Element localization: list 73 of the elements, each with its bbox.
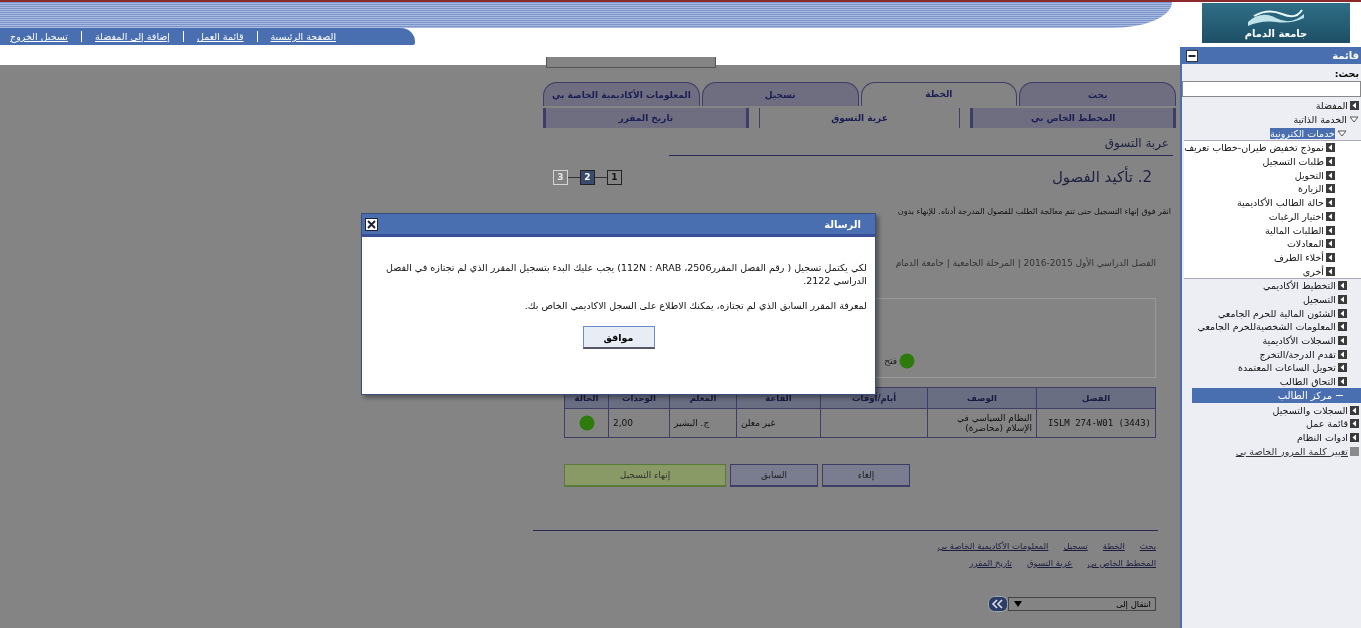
nav-link[interactable]: إضافة إلى المفضلة	[94, 31, 170, 42]
menu-item[interactable]: نموذج تخفيض طيران-خطاب تعريف	[1184, 142, 1324, 154]
search-label: بحث:	[1333, 67, 1360, 81]
footer-link[interactable]: عربة التسوق	[1026, 558, 1073, 568]
menu-item[interactable]: الزيارة	[1298, 183, 1324, 195]
step-indicator: 1	[607, 169, 622, 185]
message-text: لكي يكتمل تسجيل ( رقم الفصل المقرر2506، 112N : ARAB) يجب عليك البدء بتسجيل المقرر الذي لم تجتازه في الفصل الدراسي 2122.	[385, 261, 867, 287]
menu-item[interactable]: ادوات النظام	[1296, 432, 1348, 444]
nav-link[interactable]: تسجيل الخروج	[10, 31, 68, 42]
instructions-text: انقر فوق إنهاء التسجيل حتى تتم معالجة الطلب للفصول المدرجة أدناه. للإنهاء بدون	[897, 207, 1171, 216]
menu-item[interactable]: خدمات الكترونية	[1270, 127, 1335, 139]
ok-button[interactable]: موافق	[582, 326, 655, 349]
menu-item[interactable]: الخدمة الذاتية	[1293, 114, 1347, 126]
menu-item[interactable]: تقدم الدرجة/التخرج	[1259, 348, 1336, 360]
menu-item[interactable]: التحاق الطالب	[1279, 376, 1336, 388]
finish-button[interactable]: إنهاء التسجيل	[564, 464, 726, 487]
step-indicator: 2	[580, 169, 595, 185]
menu-item[interactable]: المفضلة	[1315, 100, 1348, 112]
dropdown-caret-icon	[1013, 599, 1023, 609]
column-header: الوصف	[927, 387, 1037, 409]
menu-item[interactable]: التحويل	[1294, 169, 1324, 181]
message-text: لمعرفة المقرر السابق الذي لم تجتازه، يمكنك الاطلاع على السجل الاكاديمي الخاص بك.	[523, 299, 867, 312]
footer-link[interactable]: المخطط الخاص بي	[1087, 558, 1156, 568]
menu-item[interactable]: أخرى	[1302, 265, 1324, 277]
menu-item[interactable]: طلبات التسجيل	[1262, 156, 1324, 168]
action-button[interactable]: السابق	[730, 464, 818, 487]
collapse-icon	[988, 596, 1008, 612]
footer-link[interactable]: تاريخ المقرر	[969, 558, 1012, 568]
menu-item[interactable]: التخطيط الأكاديمي	[1263, 280, 1336, 292]
table-cell: ISLM 274-W01 (3443)	[1036, 408, 1156, 438]
dialog-title: الرسالة	[824, 218, 861, 230]
sub-tab[interactable]: عربة التسوق	[758, 108, 961, 128]
jump-select[interactable]: انتقال إلى	[1008, 597, 1156, 611]
menu-title: قائمة	[1332, 50, 1359, 61]
menu-item[interactable]: الطلبات المالية	[1265, 224, 1324, 236]
legend-label: فتح	[884, 356, 897, 366]
footer-link[interactable]: تسجيل	[1063, 541, 1088, 551]
footer-link[interactable]: بحث	[1139, 541, 1156, 551]
menu-item[interactable]: التسجيل	[1302, 293, 1336, 305]
column-header: الفصل	[1036, 387, 1156, 409]
menu-item[interactable]: حالة الطالب الأكاديمية	[1236, 197, 1324, 209]
footer-link[interactable]: المعلومات الأكاديمية الخاصة بي	[937, 541, 1049, 551]
page-title: عربة التسوق	[669, 136, 1173, 156]
menu-item[interactable]: أخلاء الطرف	[1273, 251, 1324, 263]
menu-item[interactable]: السجلات الأكاديمية	[1262, 335, 1336, 347]
close-icon[interactable]	[365, 217, 378, 231]
section-header[interactable]: مركز الطالب	[1192, 388, 1361, 404]
nav-link[interactable]: الصفحة الرئيسية	[270, 31, 337, 42]
step-indicator: 3	[553, 169, 568, 185]
footer-link[interactable]: الخطة	[1102, 541, 1125, 551]
table-cell: النظام السياسي في الإسلام (محاضرة)	[927, 408, 1037, 438]
search-field[interactable]	[1182, 81, 1361, 97]
menu-item[interactable]: قائمة عمل	[1305, 418, 1348, 430]
logo-text: جامعة الدمام	[1244, 27, 1308, 39]
menu-item[interactable]: تحويل الساعات المعتمدة	[1238, 362, 1336, 374]
wave-icon	[1246, 7, 1306, 28]
square-icon	[1350, 446, 1359, 456]
menu-item[interactable]: الشئون المالية للحرم الجامعي	[1217, 307, 1336, 319]
table-cell: 2,00	[608, 408, 670, 438]
menu-item[interactable]: اختيار الرغبات	[1268, 210, 1324, 222]
table-cell: غير معلن	[736, 408, 821, 438]
menu-link[interactable]: تغيير كلمة المرور الخاصة بي	[1235, 445, 1348, 457]
menu-item[interactable]: المعادلات	[1286, 238, 1324, 250]
table-cell: ج. البشير	[669, 408, 737, 438]
action-button[interactable]: إلغاء	[822, 464, 910, 487]
menu-item[interactable]: المعلومات الشخصيةللحرم الجامعي	[1197, 321, 1336, 333]
term-info: الفصل الدراسي الأول 2015-2016 | المرحلة الجامعية | جامعة الدمام	[895, 258, 1156, 268]
collapse-icon	[1186, 49, 1198, 62]
dropdown-field[interactable]	[546, 57, 716, 68]
tab[interactable]: الخطة	[860, 82, 1018, 106]
step-title: 2. تأكيد الفصول	[1051, 168, 1153, 186]
menu-item[interactable]: السجلات والتسجيل	[1272, 404, 1348, 416]
nav-link[interactable]: قائمة العمل	[197, 31, 244, 42]
